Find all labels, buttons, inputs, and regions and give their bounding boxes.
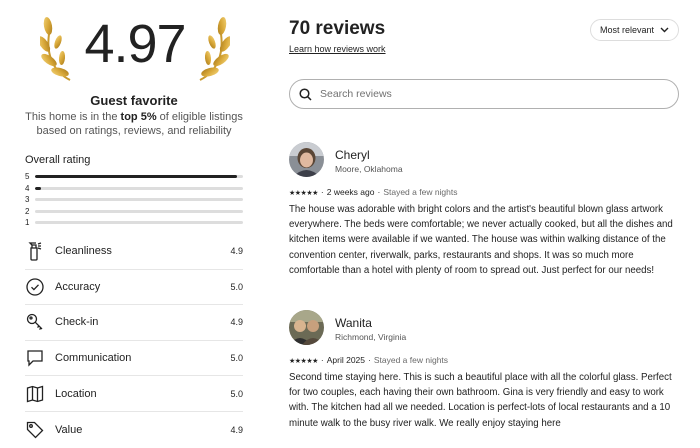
- rating-bar-track: [35, 198, 243, 202]
- message-icon: [25, 348, 45, 368]
- star-rating: ★★★★★: [289, 358, 318, 365]
- category-score: 4.9: [230, 317, 243, 328]
- rating-bar-row: 4: [25, 183, 243, 195]
- rating-bar-track: [35, 221, 243, 225]
- category-score: 4.9: [230, 424, 243, 435]
- learn-how-reviews-work-link[interactable]: Learn how reviews work: [289, 44, 386, 54]
- reviewer-location: Moore, Oklahoma: [335, 164, 403, 174]
- review-meta: ★★★★★ · April 2025 · Stayed a few nights: [289, 355, 449, 365]
- review-text: The house was adorable with bright color…: [289, 204, 673, 276]
- category-label: Accuracy: [55, 280, 101, 293]
- rating-bar-label: 1: [25, 218, 30, 228]
- category-label: Location: [55, 387, 97, 400]
- rating-bar-row: 3: [25, 194, 243, 206]
- rating-bar-fill: [35, 186, 42, 190]
- search-icon: [299, 87, 312, 101]
- category-location: Location 5.0: [25, 376, 243, 412]
- sort-label: Most relevant: [599, 25, 655, 35]
- rating-bar-track: [35, 175, 243, 179]
- rating-bar-row: 2: [25, 206, 243, 218]
- review-meta: ★★★★★ · 2 weeks ago · Stayed a few nights: [289, 187, 458, 197]
- stay-length: Stayed a few nights: [383, 187, 458, 197]
- spray-bottle-icon: [25, 241, 45, 261]
- guest-favorite-description: This home is in the top 5% of eligible l…: [20, 110, 248, 138]
- search-reviews-input[interactable]: [320, 88, 650, 100]
- search-reviews-box[interactable]: [289, 79, 679, 109]
- star-rating: ★★★★★: [289, 190, 318, 197]
- map-icon: [25, 384, 45, 404]
- rating-bar-label: 3: [25, 195, 30, 205]
- rating-distribution: 5 4 3 2 1: [25, 171, 243, 229]
- rating-bar-label: 2: [25, 206, 30, 216]
- desc-text: based on ratings, reviews, and reliabili…: [36, 125, 232, 137]
- key-icon: [25, 312, 45, 332]
- rating-bar-track: [35, 209, 243, 213]
- desc-text: of eligible listings: [156, 111, 243, 123]
- category-ratings: Cleanliness 4.9 Accuracy 5.0 Check-in 4.…: [25, 234, 243, 448]
- category-score: 5.0: [230, 281, 243, 292]
- rating-bar-track: [35, 186, 243, 190]
- category-score: 5.0: [230, 388, 243, 399]
- category-label: Value: [55, 423, 83, 436]
- rating-bar-label: 5: [25, 172, 30, 182]
- category-value: Value 4.9: [25, 412, 243, 448]
- check-circle-icon: [25, 277, 45, 297]
- review-date: April 2025: [326, 355, 366, 365]
- category-label: Cleanliness: [55, 245, 112, 258]
- rating-bar-row: 5: [25, 171, 243, 183]
- category-check-in: Check-in 4.9: [25, 305, 243, 341]
- rating-bar-fill: [35, 175, 237, 179]
- reviewer-name: Cheryl: [335, 148, 370, 162]
- tag-icon: [25, 420, 45, 440]
- category-label: Communication: [55, 352, 132, 365]
- overall-rating-title: Overall rating: [25, 154, 91, 166]
- reviewer-name: Wanita: [335, 316, 372, 330]
- avatar[interactable]: [289, 142, 324, 177]
- desc-text: This home is in the: [25, 111, 121, 123]
- review-text: Second time staying here. This is such a…: [289, 372, 672, 429]
- category-label: Check-in: [55, 316, 99, 329]
- avatar[interactable]: [289, 310, 324, 345]
- guest-favorite-badge: 4.97: [40, 12, 230, 84]
- desc-highlight: top 5%: [120, 111, 157, 123]
- category-score: 4.9: [230, 246, 243, 257]
- guest-favorite-title: Guest favorite: [90, 93, 178, 108]
- stay-length: Stayed a few nights: [373, 355, 449, 365]
- reviews-count-title: 70 reviews: [289, 18, 386, 39]
- laurel-right-icon: [199, 17, 230, 81]
- rating-bar-row: 1: [25, 217, 243, 229]
- reviewer-location: Richmond, Virginia: [335, 332, 407, 342]
- sort-dropdown[interactable]: Most relevant: [590, 19, 679, 41]
- category-communication: Communication 5.0: [25, 341, 243, 377]
- category-score: 5.0: [230, 353, 243, 364]
- category-cleanliness: Cleanliness 4.9: [25, 234, 243, 270]
- reviews-panel: 70 reviews Learn how reviews work Most r…: [288, 0, 688, 448]
- review-date: 2 weeks ago: [326, 187, 375, 197]
- chevron-down-icon: [660, 27, 669, 33]
- rating-summary-panel: 4.97 Guest favorite This home is in the …: [0, 0, 258, 448]
- rating-bar-label: 4: [25, 183, 30, 193]
- category-accuracy: Accuracy 5.0: [25, 270, 243, 306]
